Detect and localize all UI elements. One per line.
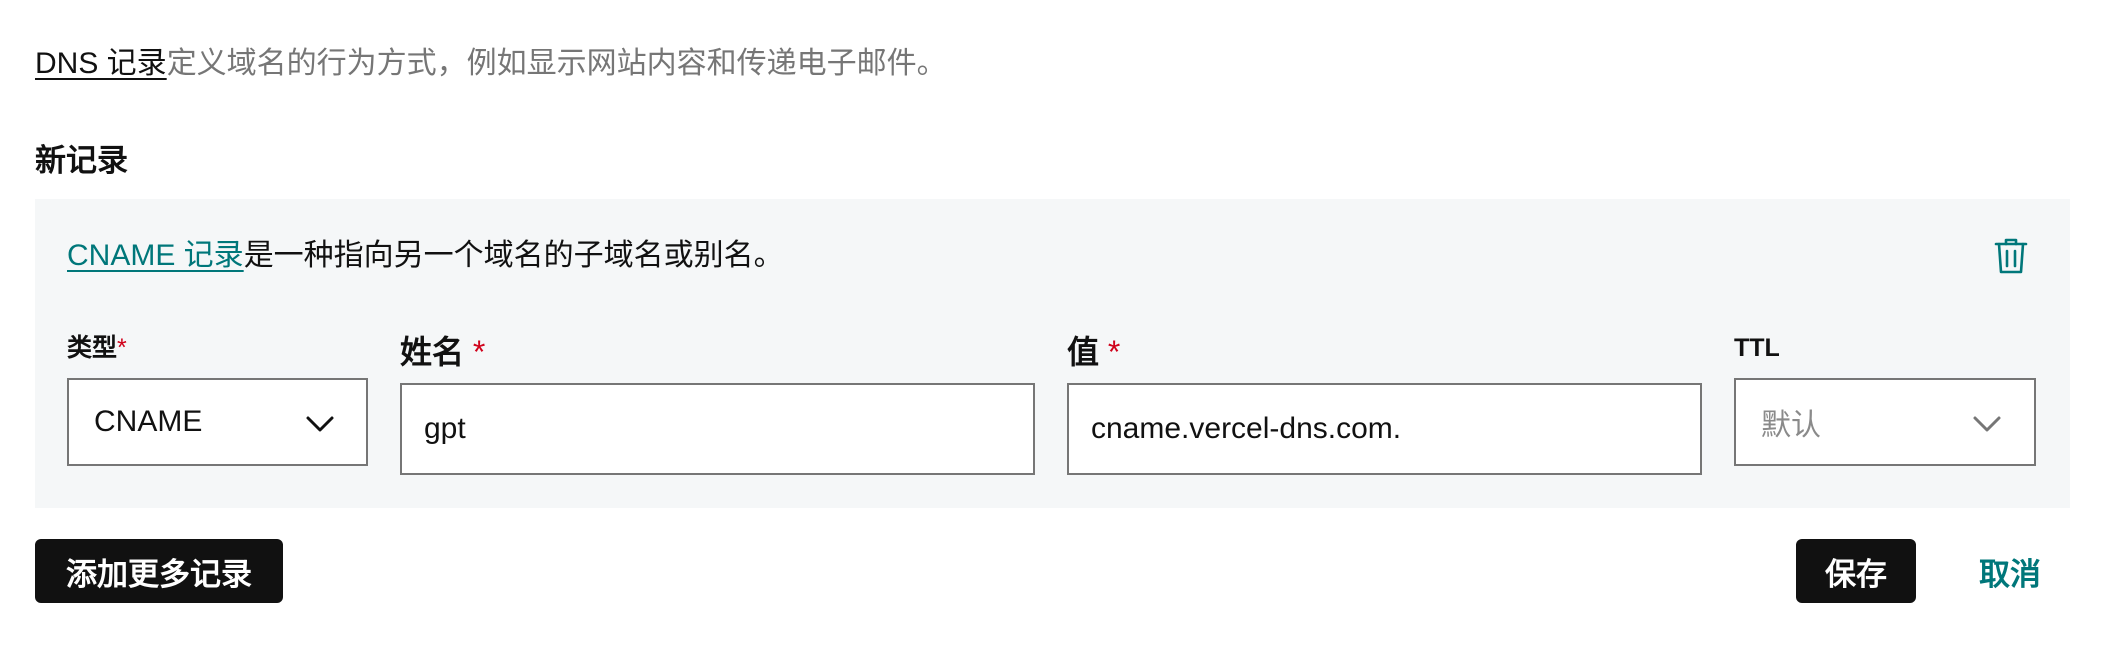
value-label: 值 * (1067, 332, 1120, 372)
delete-record-button[interactable] (1994, 236, 2028, 276)
name-label-text: 姓名 (400, 334, 465, 370)
value-label-text: 值 (1067, 334, 1100, 370)
type-select[interactable]: CNAME (67, 378, 368, 466)
add-more-records-button[interactable]: 添加更多记录 (35, 539, 283, 603)
required-mark: * (472, 334, 486, 370)
ttl-select-placeholder: 默认 (1761, 409, 1821, 442)
required-mark: * (1107, 334, 1121, 370)
type-label: 类型* (67, 332, 127, 364)
cname-record-link[interactable]: CNAME 记录 (67, 239, 244, 272)
name-label: 姓名 * (400, 332, 485, 372)
save-button[interactable]: 保存 (1796, 539, 1916, 603)
name-input[interactable]: gpt (400, 383, 1035, 475)
chevron-down-icon (306, 416, 334, 432)
value-input-value: cname.vercel-dns.com. (1091, 412, 1402, 445)
type-select-value: CNAME (94, 405, 203, 438)
chevron-down-icon (1973, 416, 2001, 432)
trash-icon (1994, 238, 2028, 274)
intro-text: DNS 记录定义域名的行为方式，例如显示网站内容和传递电子邮件。 (35, 44, 947, 84)
ttl-select[interactable]: 默认 (1734, 378, 2036, 466)
required-mark: * (117, 334, 127, 362)
section-title: 新记录 (35, 143, 128, 178)
record-description: CNAME 记录是一种指向另一个域名的子域名或别名。 (67, 236, 784, 276)
intro-description: 定义域名的行为方式，例如显示网站内容和传递电子邮件。 (166, 47, 947, 80)
ttl-label: TTL (1734, 334, 1780, 362)
dns-records-link[interactable]: DNS 记录 (35, 47, 167, 80)
record-description-text: 是一种指向另一个域名的子域名或别名。 (243, 239, 784, 272)
cancel-button[interactable]: 取消 (1960, 539, 2060, 603)
name-input-value: gpt (424, 412, 466, 445)
type-label-text: 类型 (67, 334, 118, 362)
value-input[interactable]: cname.vercel-dns.com. (1067, 383, 1702, 475)
